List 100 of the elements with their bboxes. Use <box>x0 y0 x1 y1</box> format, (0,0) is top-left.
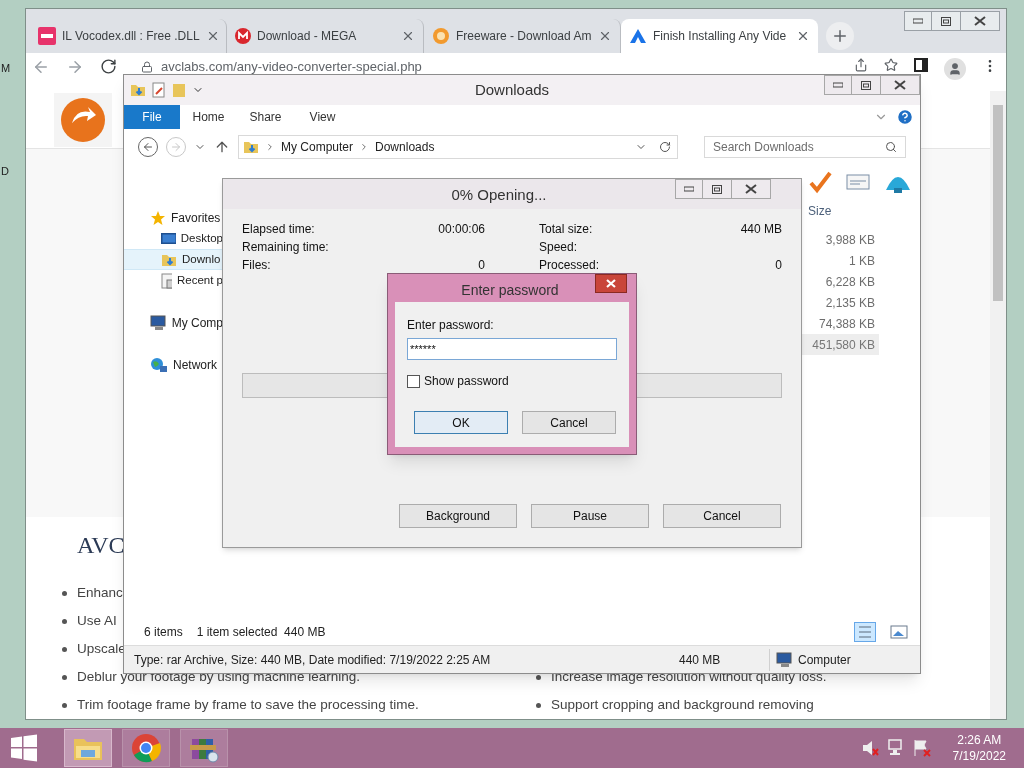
checkbox-label: Show password <box>424 373 509 390</box>
forward-icon <box>170 141 182 153</box>
nav-item[interactable]: Downlo <box>124 249 223 270</box>
ribbon-tab[interactable]: Home <box>180 105 237 129</box>
dialog-button[interactable]: OK <box>414 411 508 434</box>
address-box[interactable]: My Computer Downloads <box>238 135 678 159</box>
password-field[interactable]: ****** <box>407 338 617 360</box>
muted-speaker-icon[interactable] <box>860 739 879 757</box>
feature-text: Support cropping and background removing <box>551 695 814 714</box>
clock[interactable]: 2:26 AM 7/19/2022 <box>952 732 1006 764</box>
plus-icon <box>831 27 849 45</box>
new-tab-button[interactable] <box>826 22 854 50</box>
tab-title: Finish Installing Any Vide <box>653 28 788 45</box>
minimize-icon <box>684 186 694 192</box>
feature-text: Deblur your footage by using machine learning. <box>77 667 360 686</box>
url-text: avclabs.com/any-video-converter-special.php <box>161 57 422 76</box>
properties-icon[interactable] <box>152 82 166 98</box>
monitor-icon <box>161 231 176 246</box>
dialog-button[interactable]: Cancel <box>663 504 781 528</box>
nav-item[interactable]: Desktop <box>124 228 223 249</box>
triangle-logo-icon <box>629 28 647 44</box>
column-header[interactable]: Size <box>802 199 879 223</box>
tab-title: Freeware - Download Am <box>456 28 592 45</box>
maximize-button[interactable] <box>932 11 960 31</box>
close-button[interactable] <box>960 11 1000 31</box>
dialog-button[interactable]: Background <box>399 504 517 528</box>
maximize-button[interactable] <box>852 75 880 95</box>
search-input[interactable]: Search Downloads <box>713 138 885 156</box>
maximize-button[interactable] <box>703 179 731 199</box>
size-cell-text: 74,388 KB <box>817 315 876 333</box>
close-icon[interactable] <box>401 29 415 43</box>
taskbar-app[interactable] <box>122 729 170 767</box>
dialog-button[interactable]: Cancel <box>522 411 616 434</box>
sidebar-icon[interactable] <box>914 58 928 72</box>
minimize-icon <box>833 82 843 88</box>
network-status-icon[interactable] <box>886 739 905 757</box>
windows-start-icon[interactable] <box>10 734 38 762</box>
thumbnail-view-icon[interactable] <box>890 624 908 640</box>
breadcrumb-item[interactable]: Downloads <box>375 138 435 156</box>
close-icon <box>974 16 986 26</box>
forward-icon[interactable] <box>66 58 84 76</box>
nav-item[interactable]: My Comp <box>124 312 223 333</box>
close-icon[interactable] <box>598 29 612 43</box>
time-text: 2:26 AM <box>957 732 1002 748</box>
person-icon <box>948 62 962 76</box>
back-icon[interactable] <box>32 58 50 76</box>
close-button[interactable] <box>731 179 771 199</box>
dialog-title: 0% Opening... <box>450 185 548 205</box>
download-folder-icon <box>243 139 259 155</box>
up-icon[interactable] <box>214 139 230 155</box>
size-cell: 451,580 KB <box>802 334 879 355</box>
field-label: Total size: <box>539 221 593 238</box>
breadcrumb-separator-icon <box>265 142 275 152</box>
reload-icon[interactable] <box>100 58 117 75</box>
nav-item[interactable]: Network <box>124 354 223 375</box>
address-bar[interactable]: avclabs.com/any-video-converter-special.php <box>133 58 838 75</box>
size-cell-text: 1 KB <box>848 252 876 270</box>
checkbox[interactable] <box>407 374 420 388</box>
help-icon[interactable] <box>896 108 914 126</box>
nav-item[interactable]: Favorites <box>124 207 223 228</box>
dialog-button[interactable]: Pause <box>531 504 649 528</box>
breadcrumb-item[interactable]: My Computer <box>281 138 354 156</box>
bullet-icon <box>62 590 67 596</box>
search-field[interactable]: Search Downloads <box>704 136 906 158</box>
field-value: 00:00:06 <box>438 221 485 238</box>
tab-title: Download - MEGA <box>257 28 358 45</box>
swirl-logo-icon <box>432 27 450 45</box>
profile-avatar[interactable] <box>944 58 966 80</box>
field-value: 0 <box>775 257 782 274</box>
date-text: 7/19/2022 <box>952 748 1006 764</box>
share-icon[interactable] <box>854 58 868 72</box>
maximize-icon <box>861 80 871 90</box>
field-label: Elapsed time: <box>242 221 315 238</box>
feature-text: Trim footage frame by frame to save the processing time. <box>77 695 419 714</box>
scrollbar-thumb[interactable] <box>993 105 1003 301</box>
checkmark-icon[interactable] <box>808 170 832 194</box>
nav-item[interactable]: Recent p <box>124 270 223 291</box>
flag-icon[interactable] <box>912 739 931 757</box>
size-cell-text: 6,228 KB <box>824 273 876 291</box>
field-value: 0 <box>478 257 485 274</box>
bullet-icon <box>536 674 541 680</box>
file-size: 440 MB <box>679 651 722 669</box>
close-button[interactable] <box>595 274 627 293</box>
taskbar-app[interactable] <box>180 729 228 767</box>
ribbon-tab[interactable]: View <box>294 105 351 129</box>
window-title: Downloads <box>473 79 551 100</box>
bookmark-star-icon[interactable] <box>884 58 898 72</box>
bullet-icon <box>62 646 67 652</box>
ribbon-tab[interactable]: Share <box>237 105 294 129</box>
feature-text: Enhanc <box>77 583 123 602</box>
field-label: Files: <box>242 257 271 274</box>
close-icon[interactable] <box>796 29 810 43</box>
close-icon <box>606 279 616 288</box>
star-icon <box>150 209 166 226</box>
bullet-icon <box>536 702 541 708</box>
close-button[interactable] <box>880 75 920 95</box>
lock-icon <box>141 60 153 73</box>
scrollbar[interactable] <box>990 91 1006 719</box>
refresh-icon[interactable] <box>659 141 671 153</box>
browser-tab[interactable]: Finish Installing Any Vide <box>621 19 818 53</box>
